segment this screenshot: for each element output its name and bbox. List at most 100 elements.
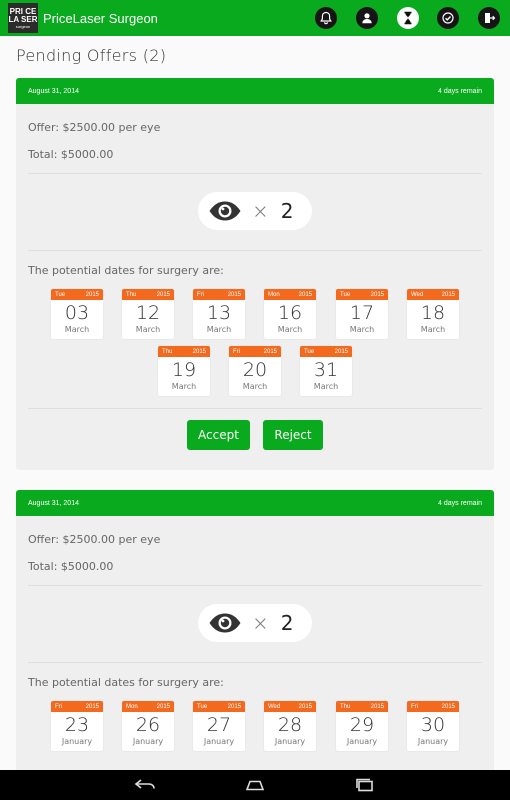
date-month: January — [61, 737, 93, 746]
times-sign: × — [252, 611, 269, 635]
divider — [28, 662, 482, 663]
date-weekday: Tue — [197, 703, 208, 710]
divider — [28, 585, 482, 586]
date-weekday: Fri — [233, 348, 240, 355]
date-weekday: Wed — [411, 291, 424, 298]
date-year: 2015 — [370, 291, 384, 298]
page-title: Pending Offers (2) — [16, 46, 167, 65]
date-year: 2015 — [192, 348, 206, 355]
date-weekday: Tue — [304, 348, 315, 355]
accept-button[interactable]: Accept — [187, 420, 250, 450]
date-year: 2015 — [441, 703, 455, 710]
date-weekday: Mon — [126, 703, 138, 710]
divider — [28, 250, 482, 251]
reject-button[interactable]: Reject — [263, 420, 323, 450]
date-weekday: Fri — [197, 291, 204, 298]
logout-icon[interactable] — [478, 7, 500, 29]
eye-count-pill: × 2 — [198, 192, 312, 230]
date-month: January — [203, 737, 235, 746]
date-card[interactable]: Fri 2015 13 March — [193, 289, 245, 339]
date-year: 2015 — [85, 703, 99, 710]
date-month: March — [171, 382, 197, 391]
date-card[interactable]: Fri 2015 23 January — [51, 701, 103, 751]
date-weekday: Tue — [55, 291, 66, 298]
date-day: 18 — [420, 302, 446, 324]
date-weekday: Wed — [268, 703, 281, 710]
date-month: January — [417, 737, 449, 746]
date-day: 03 — [64, 302, 90, 324]
back-icon[interactable] — [130, 775, 160, 795]
checkmark-icon[interactable] — [437, 7, 460, 29]
date-year: 2015 — [298, 291, 312, 298]
date-year: 2015 — [298, 703, 312, 710]
date-year: 2015 — [227, 703, 241, 710]
offer-card-header: August 31, 2014 4 days remain — [16, 490, 494, 516]
date-card[interactable]: Tue 2015 03 March — [51, 289, 103, 339]
date-month: March — [242, 382, 268, 391]
eye-icon — [209, 613, 241, 633]
date-weekday: Thu — [162, 348, 173, 355]
date-year: 2015 — [156, 291, 170, 298]
date-month: March — [349, 325, 375, 334]
eye-count: 2 — [280, 199, 294, 223]
date-day: 20 — [242, 359, 268, 381]
main-content[interactable]: Pending Offers (2) August 31, 2014 4 day… — [0, 36, 510, 770]
date-weekday: Thu — [340, 703, 351, 710]
dates-label: The potential dates for surgery are: — [28, 676, 224, 689]
date-day: 27 — [206, 714, 232, 736]
date-month: January — [274, 737, 306, 746]
system-navigation-bar — [0, 770, 510, 800]
date-card[interactable]: Fri 2015 30 January — [407, 701, 459, 751]
app-header: PRI CE LA SER surgeon PriceLaser Surgeon — [0, 0, 510, 36]
date-month: March — [420, 325, 446, 334]
offer-remaining: 4 days remain — [438, 87, 482, 95]
date-card[interactable]: Thu 2015 19 March — [158, 346, 210, 396]
offer-card: August 31, 2014 4 days remain Offer: $25… — [16, 78, 494, 470]
date-year: 2015 — [227, 291, 241, 298]
date-day: 26 — [135, 714, 161, 736]
date-card[interactable]: Thu 2015 12 March — [122, 289, 174, 339]
date-year: 2015 — [334, 348, 348, 355]
recents-icon[interactable] — [350, 775, 380, 795]
date-card[interactable]: Tue 2015 17 March — [336, 289, 388, 339]
offer-total: Total: $5000.00 — [28, 560, 114, 573]
date-day: 17 — [349, 302, 375, 324]
date-day: 12 — [135, 302, 161, 324]
date-day: 28 — [277, 714, 303, 736]
date-card[interactable]: Wed 2015 28 January — [264, 701, 316, 751]
date-card[interactable]: Wed 2015 18 March — [407, 289, 459, 339]
dates-label: The potential dates for surgery are: — [28, 264, 224, 277]
profile-icon[interactable] — [355, 7, 378, 29]
date-card[interactable]: Fri 2015 20 March — [229, 346, 281, 396]
hourglass-icon[interactable] — [396, 7, 419, 29]
eye-count-pill: × 2 — [198, 604, 312, 642]
app-logo: PRI CE LA SER surgeon — [8, 3, 38, 33]
offer-price: Offer: $2500.00 per eye — [28, 533, 161, 546]
date-day: 30 — [420, 714, 446, 736]
date-month: March — [64, 325, 90, 334]
offer-total: Total: $5000.00 — [28, 148, 114, 161]
date-month: March — [277, 325, 303, 334]
date-month: March — [135, 325, 161, 334]
date-month: March — [206, 325, 232, 334]
date-weekday: Thu — [126, 291, 137, 298]
date-weekday: Tue — [340, 291, 351, 298]
date-day: 13 — [206, 302, 232, 324]
date-day: 19 — [171, 359, 197, 381]
offer-price: Offer: $2500.00 per eye — [28, 121, 161, 134]
offer-card-header: August 31, 2014 4 days remain — [16, 78, 494, 104]
date-year: 2015 — [156, 703, 170, 710]
date-card[interactable]: Mon 2015 16 March — [264, 289, 316, 339]
home-icon[interactable] — [240, 775, 270, 795]
bell-icon[interactable] — [315, 7, 338, 29]
date-year: 2015 — [263, 348, 277, 355]
date-year: 2015 — [85, 291, 99, 298]
eye-icon — [209, 201, 241, 221]
divider — [28, 173, 482, 174]
date-card[interactable]: Tue 2015 27 January — [193, 701, 245, 751]
date-day: 23 — [64, 714, 90, 736]
date-day: 16 — [277, 302, 303, 324]
date-card[interactable]: Thu 2015 29 January — [336, 701, 388, 751]
date-card[interactable]: Tue 2015 31 March — [300, 346, 352, 396]
date-card[interactable]: Mon 2015 26 January — [122, 701, 174, 751]
